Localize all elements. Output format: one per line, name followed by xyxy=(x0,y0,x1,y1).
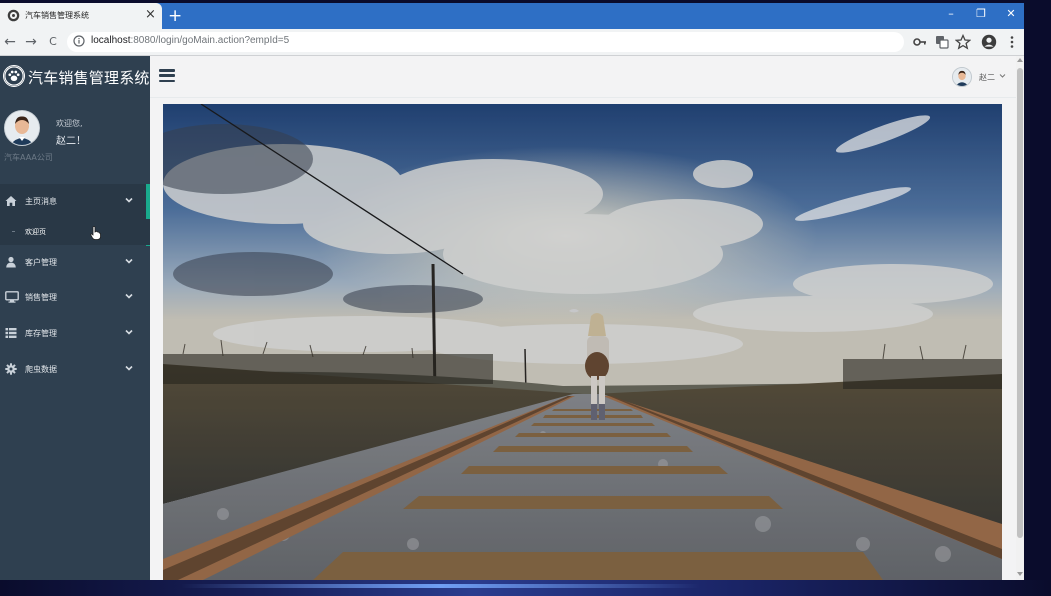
list-icon xyxy=(5,328,17,338)
desktop-taskbar xyxy=(0,580,1051,596)
chevron-down-icon xyxy=(125,329,133,335)
chevron-down-icon xyxy=(125,197,133,203)
top-header: 赵二 xyxy=(150,56,1016,98)
reload-button[interactable]: C xyxy=(45,34,61,50)
forward-button[interactable]: → xyxy=(23,34,39,50)
minimize-button[interactable]: – xyxy=(941,7,961,21)
address-bar[interactable]: localhost:8080/login/goMain.action?empId… xyxy=(67,32,904,52)
browser-toolbar: ← → C localhost:8080/login/goMain.action… xyxy=(0,29,1024,56)
subitem-bullet xyxy=(12,231,15,232)
account-icon[interactable] xyxy=(981,34,997,50)
avatar[interactable] xyxy=(952,67,972,87)
close-tab-icon[interactable]: × xyxy=(145,7,156,23)
gear-icon xyxy=(5,363,17,375)
sidebar-item-customers[interactable]: 客户管理 xyxy=(0,245,150,280)
site-favicon-icon xyxy=(7,9,20,22)
desktop-icon xyxy=(5,291,19,303)
more-icon[interactable] xyxy=(1004,34,1020,50)
sidebar-item-label: 主页消息 xyxy=(25,197,57,206)
chevron-down-icon xyxy=(999,74,1006,78)
star-icon[interactable] xyxy=(955,34,971,50)
welcome-text: 欢迎您, xyxy=(56,119,83,128)
info-icon[interactable] xyxy=(73,35,85,47)
sidebar-item-crawler[interactable]: 爬虫数据 xyxy=(0,352,150,387)
scroll-down-icon[interactable] xyxy=(1017,572,1023,576)
paw-logo-icon xyxy=(3,65,25,87)
menu-toggle-icon[interactable] xyxy=(159,69,175,83)
home-icon xyxy=(5,196,17,206)
browser-tab[interactable]: 汽车销售管理系统 × xyxy=(0,3,162,29)
chevron-down-icon xyxy=(125,293,133,299)
tab-title: 汽车销售管理系统 xyxy=(25,11,89,20)
sidebar-item-inventory[interactable]: 库存管理 xyxy=(0,316,150,351)
chevron-down-icon xyxy=(125,258,133,264)
profile-user-name[interactable]: 赵二！ xyxy=(56,132,86,147)
translate-icon[interactable] xyxy=(934,34,950,50)
close-window-button[interactable]: ✕ xyxy=(1001,7,1021,21)
sidebar-item-label: 销售管理 xyxy=(25,293,57,302)
avatar[interactable] xyxy=(4,110,40,146)
scrollbar-thumb[interactable] xyxy=(1017,68,1023,538)
hand-cursor-icon xyxy=(90,226,101,240)
user-icon xyxy=(6,256,16,268)
sidebar-subitem-welcome[interactable]: 欢迎页 xyxy=(0,219,150,245)
page-scrollbar[interactable] xyxy=(1016,56,1024,580)
brand-name: 汽车销售管理系统 xyxy=(28,69,150,87)
app-container: 汽车销售管理系统 欢迎您, 赵二！ 汽车AAA公司 主页消息 欢迎页 客户管理 … xyxy=(0,56,1024,580)
user-profile: 欢迎您, 赵二！ 汽车AAA公司 xyxy=(0,98,150,184)
new-tab-button[interactable]: + xyxy=(168,5,182,27)
taskbar-glow xyxy=(180,584,700,588)
header-user-name: 赵二 xyxy=(979,73,995,82)
tab-strip: 汽车销售管理系统 × + – ❐ ✕ xyxy=(0,3,1024,29)
sidebar-item-home[interactable]: 主页消息 xyxy=(0,184,150,246)
scroll-up-icon[interactable] xyxy=(1017,58,1023,62)
sidebar: 汽车销售管理系统 欢迎您, 赵二！ 汽车AAA公司 主页消息 欢迎页 客户管理 … xyxy=(0,56,150,580)
sidebar-item-sales[interactable]: 销售管理 xyxy=(0,280,150,315)
url-text: localhost:8080/login/goMain.action?empId… xyxy=(91,35,290,46)
welcome-image xyxy=(163,104,1002,580)
key-icon[interactable] xyxy=(912,34,928,50)
sidebar-subitem-label: 欢迎页 xyxy=(25,228,46,236)
sidebar-item-label: 客户管理 xyxy=(25,258,57,267)
chevron-down-icon xyxy=(125,365,133,371)
back-button[interactable]: ← xyxy=(2,34,18,50)
brand-bar: 汽车销售管理系统 xyxy=(0,56,150,98)
sidebar-item-label: 爬虫数据 xyxy=(25,365,57,374)
restore-button[interactable]: ❐ xyxy=(971,7,991,21)
browser-window: 汽车销售管理系统 × + – ❐ ✕ ← → C localhost:8080/… xyxy=(0,3,1024,580)
company-name: 汽车AAA公司 xyxy=(4,153,53,162)
sidebar-item-label: 库存管理 xyxy=(25,329,57,338)
